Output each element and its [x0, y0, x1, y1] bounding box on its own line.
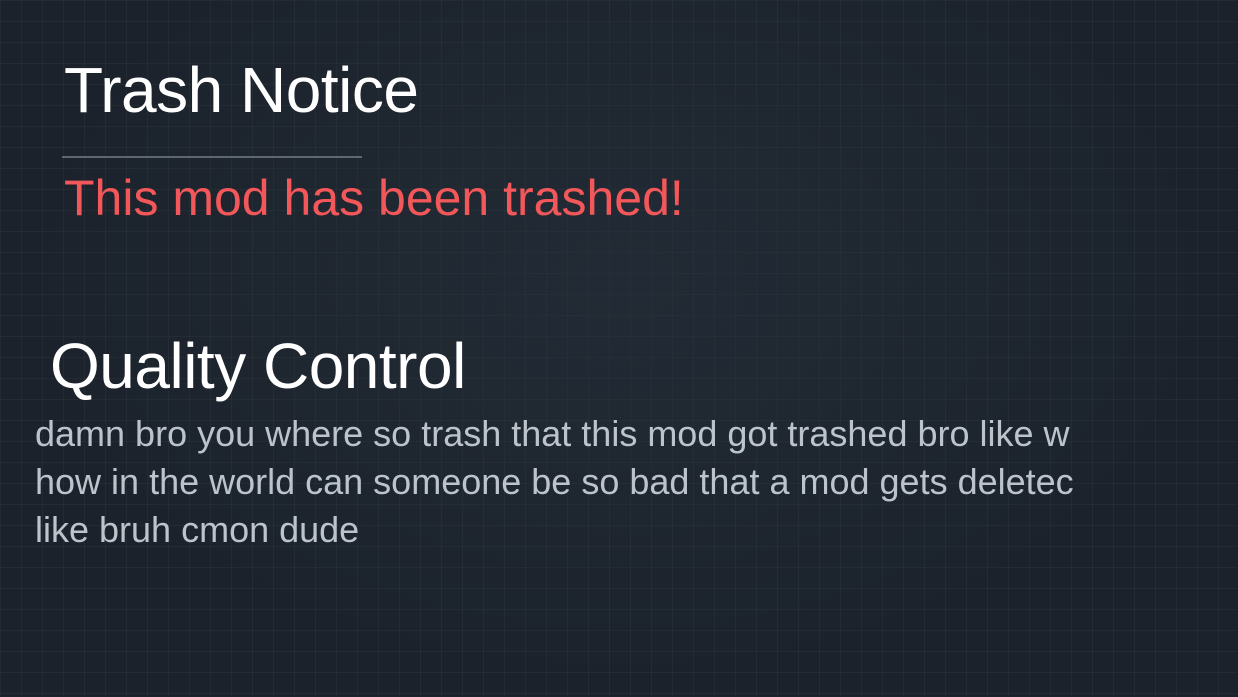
quality-control-message: damn bro you where so trash that this mo… — [35, 410, 1203, 554]
page-title: Trash Notice — [64, 54, 419, 126]
trash-status-message: This mod has been trashed! — [64, 170, 684, 226]
quality-control-heading: Quality Control — [50, 330, 466, 402]
message-line: damn bro you where so trash that this mo… — [35, 413, 1070, 454]
message-line: like bruh cmon dude — [35, 509, 360, 550]
trash-notice-page: Trash Notice This mod has been trashed! … — [0, 0, 1238, 697]
title-divider — [62, 156, 362, 158]
message-line: how in the world can someone be so bad t… — [35, 461, 1074, 502]
